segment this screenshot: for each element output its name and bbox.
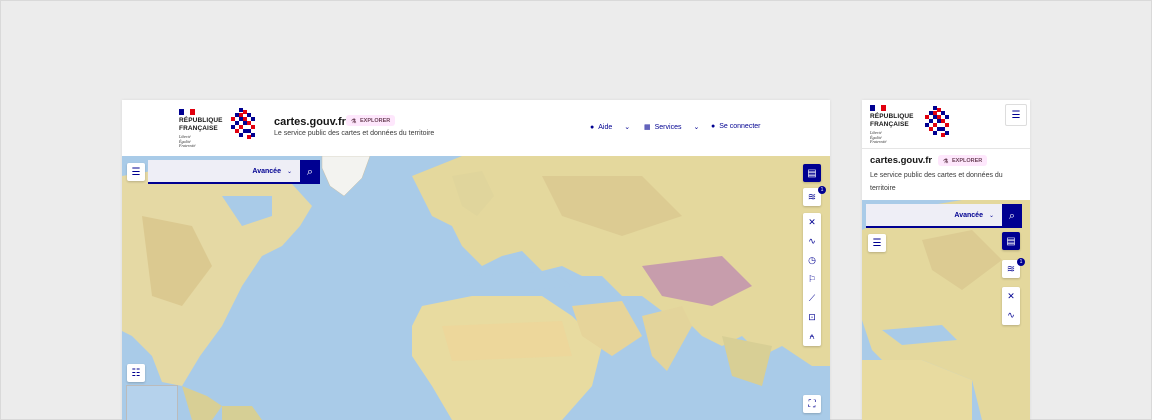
search-mode-label[interactable]: Avancée <box>954 212 983 219</box>
explorer-badge-mobile: ⚗ Explorer <box>938 155 988 166</box>
tools-button[interactable]: ✕ <box>803 213 821 232</box>
chevron-down-icon: ⌄ <box>693 124 700 131</box>
chevron-down-icon: ⌄ <box>624 124 631 131</box>
user-icon: ● <box>711 123 716 130</box>
badge-label: Explorer <box>360 118 391 124</box>
map-view[interactable]: ☰ Avancée ⌄ ⌕ ▤ ≋ 1 ✕ ∿ ◷ ⚐ ⟋ ⊡ ⍲ ⛶ ☷ <box>122 156 830 420</box>
tools-stack: ✕ ∿ ◷ ⚐ ⟋ ⊡ ⍲ <box>803 213 821 346</box>
flask-icon: ⚗ <box>943 158 949 165</box>
layers-count-badge: 1 <box>818 186 826 194</box>
signpost-button[interactable]: ⚐ <box>803 270 821 289</box>
nav-se-connecter[interactable]: ● Se connecter <box>711 123 760 130</box>
motto-label: Liberté Égalité Fraternité <box>870 130 887 144</box>
clock-icon: ◷ <box>808 255 816 265</box>
basemap-button[interactable]: ▤ <box>1002 232 1020 250</box>
site-title-mobile[interactable]: cartes.gouv.fr <box>870 155 932 166</box>
republique-label: République Française <box>179 117 223 132</box>
filter-list-button[interactable]: ☰ <box>868 234 886 252</box>
site-title[interactable]: cartes.gouv.fr <box>274 116 346 128</box>
france-pixel-logo <box>925 106 949 137</box>
compass-icon: ⍲ <box>809 331 815 341</box>
search-input-mobile[interactable]: Avancée ⌄ <box>866 204 1002 228</box>
nav-services-label: Services <box>654 123 682 131</box>
header-divider <box>862 148 1030 149</box>
search-input[interactable]: Avancée ⌄ <box>148 160 300 184</box>
badge-label: Explorer <box>952 158 983 164</box>
site-header: République Française Liberté Égalité Fra… <box>122 100 830 157</box>
site-tagline: Le service public des cartes et données … <box>274 130 435 137</box>
layers-icon: ≋ <box>807 191 817 203</box>
grid-icon: ▦ <box>644 124 651 131</box>
crop-button[interactable]: ⊡ <box>803 308 821 327</box>
tools-icon: ✕ <box>1007 291 1015 301</box>
chevron-down-icon: ⌄ <box>286 168 292 175</box>
hamburger-icon: ☰ <box>1011 109 1021 121</box>
menu-button[interactable]: ☰ <box>1005 104 1027 126</box>
map-icon: ▤ <box>1006 235 1016 247</box>
search-mode-label[interactable]: Avancée <box>252 168 281 175</box>
help-circle-icon: ● <box>590 123 595 131</box>
chevron-down-icon: ⌄ <box>988 212 994 219</box>
mobile-window: République Française Liberté Égalité Fra… <box>862 100 1030 420</box>
filter-list-button[interactable]: ☰ <box>127 163 145 181</box>
republique-label: République Française <box>870 113 914 128</box>
republique-logo[interactable]: République Française Liberté Égalité Fra… <box>179 109 223 149</box>
filter-list-icon: ☰ <box>131 166 141 178</box>
world-map-image[interactable] <box>122 156 830 420</box>
ruler-icon: ⟋ <box>808 293 816 303</box>
crop-icon: ⊡ <box>808 312 816 322</box>
route-icon: ∿ <box>808 236 816 246</box>
tools-icon: ✕ <box>808 217 816 227</box>
search-icon: ⌕ <box>1008 209 1016 222</box>
filter-list-icon: ☰ <box>872 237 882 249</box>
measure-button[interactable]: ⟋ <box>803 289 821 308</box>
nav-services[interactable]: ▦ Services ⌄ <box>644 123 700 132</box>
tools-button[interactable]: ✕ <box>1002 287 1020 306</box>
route-icon: ∿ <box>1007 310 1015 320</box>
france-pixel-logo <box>231 108 255 139</box>
nav-aide-label: Aide <box>598 123 613 131</box>
route-button[interactable]: ∿ <box>803 232 821 251</box>
nav-login-label: Se connecter <box>719 123 761 130</box>
signpost-icon: ⚐ <box>807 274 817 284</box>
basemap-button[interactable]: ▤ <box>803 164 821 182</box>
search-button-mobile[interactable]: ⌕ <box>1002 204 1022 228</box>
search-button[interactable]: ⌕ <box>300 160 320 184</box>
search-icon: ⌕ <box>306 165 314 178</box>
history-button[interactable]: ◷ <box>803 251 821 270</box>
flag-icon <box>870 105 886 111</box>
fullscreen-button[interactable]: ⛶ <box>803 395 821 413</box>
republique-logo-mobile[interactable]: République Française Liberté Égalité Fra… <box>870 105 914 145</box>
legend-button[interactable]: ☷ <box>127 364 145 382</box>
map-view-mobile[interactable]: Avancée ⌄ ⌕ ☰ ▤ ≋ 1 ✕ ∿ <box>862 200 1030 420</box>
desktop-window: République Française Liberté Égalité Fra… <box>122 100 830 420</box>
explorer-badge: ⚗ Explorer <box>346 115 396 126</box>
site-tagline-mobile: Le service public des cartes et données … <box>870 172 1003 192</box>
nav-aide[interactable]: ● Aide ⌄ <box>590 123 631 132</box>
compass-button[interactable]: ⍲ <box>803 327 821 346</box>
map-icon: ▤ <box>807 167 817 179</box>
layers-icon: ≋ <box>1006 263 1016 275</box>
overview-minimap[interactable] <box>126 385 178 420</box>
flag-icon <box>179 109 195 115</box>
tools-stack-mobile: ✕ ∿ <box>1002 287 1020 325</box>
layers-count-badge: 1 <box>1017 258 1025 266</box>
route-button[interactable]: ∿ <box>1002 306 1020 325</box>
fullscreen-icon: ⛶ <box>808 398 816 410</box>
legend-icon: ☷ <box>131 367 141 379</box>
flask-icon: ⚗ <box>351 118 357 125</box>
motto-label: Liberté Égalité Fraternité <box>179 134 196 148</box>
